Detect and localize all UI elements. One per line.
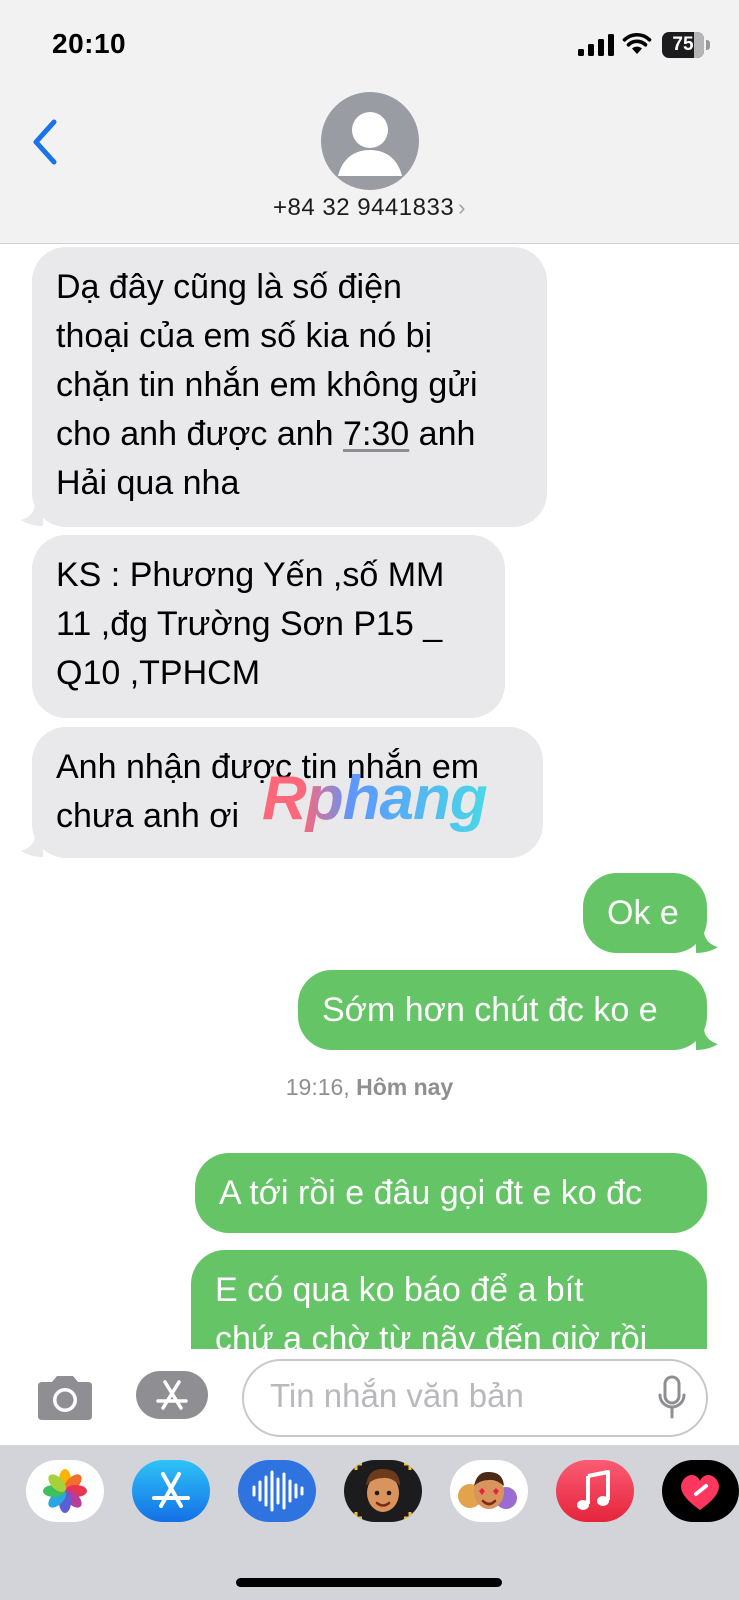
outgoing-message[interactable]: Ok e bbox=[583, 873, 707, 953]
app-store-button[interactable] bbox=[136, 1371, 208, 1419]
message-line: KS : Phương Yến ,số MM bbox=[56, 556, 445, 594]
time-detector-link[interactable]: 7:30 bbox=[343, 415, 409, 453]
message-line: E có qua ko báo để a bít bbox=[215, 1271, 584, 1309]
battery-level: 75 bbox=[672, 34, 694, 55]
music-icon[interactable] bbox=[556, 1460, 634, 1522]
wifi-icon bbox=[622, 32, 652, 54]
photos-icon[interactable] bbox=[26, 1460, 104, 1522]
app-store-icon[interactable] bbox=[132, 1460, 210, 1522]
outgoing-message[interactable]: E có qua ko báo để a bít chứ a chờ từ nã… bbox=[191, 1250, 707, 1349]
message-line: A tới rồi e đâu gọi đt e ko đc bbox=[219, 1174, 642, 1212]
compose-bar: Tin nhắn văn bản bbox=[0, 1349, 739, 1445]
message-line: Dạ đây cũng là số điện bbox=[56, 268, 402, 306]
cellular-signal-icon bbox=[578, 34, 614, 56]
bubble-tail bbox=[696, 931, 718, 953]
timestamp-day: Hôm nay bbox=[356, 1074, 454, 1100]
timestamp-time: 19:16, bbox=[285, 1074, 350, 1100]
app-store-glyph bbox=[152, 1472, 190, 1508]
message-text: cho anh được anh bbox=[56, 415, 344, 453]
message-line: Sớm hơn chút đc ko e bbox=[322, 991, 658, 1029]
outgoing-message[interactable]: Sớm hơn chút đc ko e bbox=[298, 970, 707, 1050]
stickers-faces bbox=[458, 1471, 517, 1509]
message-line: cho anh được anh 7:30 anh bbox=[56, 410, 523, 459]
message-line: 11 ,đg Trường Sơn P15 _ bbox=[56, 605, 443, 643]
camera-icon[interactable] bbox=[34, 1374, 96, 1422]
app-store-icon bbox=[156, 1380, 188, 1410]
photos-petals bbox=[43, 1469, 87, 1513]
animoji-stickers-icon[interactable] bbox=[450, 1460, 528, 1522]
incoming-message[interactable]: Dạ đây cũng là số điện thoại của em số k… bbox=[32, 247, 547, 527]
back-button[interactable] bbox=[24, 114, 68, 170]
waveform bbox=[252, 1470, 304, 1512]
audio-message-icon[interactable] bbox=[238, 1460, 316, 1522]
chevron-right-icon: › bbox=[458, 195, 466, 220]
contact-avatar[interactable] bbox=[321, 92, 419, 190]
message-input-placeholder: Tin nhắn văn bản bbox=[270, 1377, 524, 1414]
bubble-tail bbox=[21, 504, 43, 526]
contact-number: +84 32 9441833 bbox=[272, 194, 455, 221]
message-line: Hải qua nha bbox=[56, 464, 240, 502]
memoji-face bbox=[354, 1462, 412, 1520]
message-line: chặn tin nhắn em không gửi bbox=[56, 366, 478, 404]
outgoing-message[interactable]: A tới rồi e đâu gọi đt e ko đc bbox=[195, 1153, 707, 1233]
bubble-tail bbox=[696, 1028, 718, 1050]
message-line: chứ a chờ từ nãy đến giờ rồi bbox=[215, 1320, 648, 1349]
battery-icon: 75 bbox=[662, 32, 710, 58]
status-time: 20:10 bbox=[52, 28, 127, 59]
message-text: anh bbox=[409, 415, 476, 453]
heart-touch bbox=[681, 1474, 719, 1510]
digital-touch-icon[interactable] bbox=[662, 1460, 739, 1522]
incoming-message[interactable]: KS : Phương Yến ,số MM 11 ,đg Trường Sơn… bbox=[32, 535, 505, 718]
imessage-app-drawer bbox=[0, 1445, 739, 1600]
bubble-tail bbox=[21, 835, 43, 857]
music-note bbox=[577, 1470, 610, 1510]
status-bar: 20:10 75 bbox=[0, 0, 739, 92]
message-timestamp: 19:16, Hôm nay bbox=[0, 1074, 739, 1101]
message-line: Ok e bbox=[607, 894, 679, 932]
person-silhouette-icon bbox=[338, 112, 402, 176]
message-line: Q10 ,TPHCM bbox=[56, 654, 261, 692]
message-list[interactable]: Dạ đây cũng là số điện thoại của em số k… bbox=[0, 245, 739, 1349]
conversation-header: +84 32 9441833 › bbox=[0, 92, 739, 244]
home-indicator[interactable] bbox=[236, 1578, 502, 1587]
watermark-logo: Rphang bbox=[262, 764, 488, 833]
microphone-icon[interactable] bbox=[658, 1375, 686, 1421]
message-input[interactable]: Tin nhắn văn bản bbox=[242, 1359, 708, 1437]
memoji-icon[interactable] bbox=[344, 1460, 422, 1522]
message-line: thoại của em số kia nó bị bbox=[56, 317, 433, 355]
contact-name[interactable]: +84 32 9441833 › bbox=[0, 194, 739, 222]
